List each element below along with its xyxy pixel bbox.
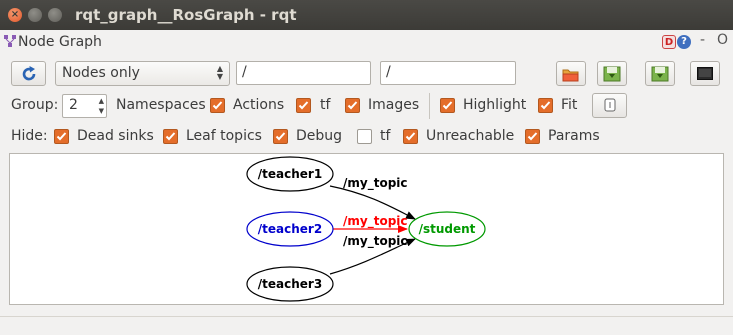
view-mode-combo[interactable]: Nodes only ▲ ▼ bbox=[55, 61, 230, 86]
plugin-title: Node Graph bbox=[18, 34, 102, 50]
leaf-topics-label: Leaf topics bbox=[186, 128, 262, 144]
dead-sinks-checkbox[interactable] bbox=[54, 129, 69, 144]
highlight-checkbox[interactable] bbox=[440, 98, 455, 113]
params-checkbox[interactable] bbox=[525, 129, 540, 144]
checkmark-icon bbox=[165, 132, 176, 141]
checkmark-icon bbox=[212, 101, 223, 110]
checkmark-icon bbox=[275, 132, 286, 141]
save-dot-icon bbox=[603, 66, 621, 82]
fit-checkbox[interactable] bbox=[538, 98, 553, 113]
graph-svg[interactable]: /my_topic /my_topic /my_topic /teacher1 … bbox=[10, 154, 723, 304]
load-dot-button[interactable] bbox=[556, 61, 586, 86]
status-bar bbox=[0, 316, 733, 317]
group-tf-checkbox[interactable] bbox=[296, 98, 311, 113]
unreachable-label: Unreachable bbox=[426, 128, 515, 144]
highlight-label: Highlight bbox=[463, 97, 527, 113]
unreachable-checkbox[interactable] bbox=[403, 129, 418, 144]
hide-label: Hide: bbox=[11, 128, 48, 144]
fit-view-icon bbox=[604, 98, 616, 112]
edge-label: /my_topic bbox=[343, 214, 408, 229]
actions-checkbox[interactable] bbox=[210, 98, 225, 113]
checkmark-icon bbox=[347, 101, 358, 110]
group-value: 2 bbox=[69, 97, 78, 113]
checkmark-icon bbox=[405, 132, 416, 141]
window-maximize-button[interactable] bbox=[48, 8, 62, 22]
node-label: /teacher3 bbox=[258, 277, 322, 291]
window-close-button[interactable]: × bbox=[8, 8, 22, 22]
refresh-icon bbox=[22, 66, 36, 81]
hide-tf-label: tf bbox=[380, 128, 391, 144]
group-label: Group: bbox=[11, 97, 59, 113]
window-minimize-button[interactable] bbox=[28, 8, 42, 22]
images-checkbox[interactable] bbox=[345, 98, 360, 113]
checkmark-icon bbox=[298, 101, 309, 110]
checkmark-icon bbox=[56, 132, 67, 141]
params-label: Params bbox=[548, 128, 600, 144]
node-graph-icon bbox=[4, 35, 16, 47]
edge-label: /my_topic bbox=[343, 176, 408, 191]
view-mode-selected: Nodes only bbox=[62, 65, 140, 81]
leaf-topics-checkbox[interactable] bbox=[163, 129, 178, 144]
node-label: /student bbox=[419, 222, 476, 236]
checkmark-icon bbox=[527, 132, 538, 141]
debug-label: Debug bbox=[296, 128, 343, 144]
save-svg-icon bbox=[651, 66, 669, 82]
plugin-minimize-button[interactable]: - bbox=[700, 33, 705, 47]
open-folder-icon bbox=[562, 69, 579, 82]
debug-button[interactable]: D bbox=[662, 35, 676, 49]
combo-arrows-icon: ▲ ▼ bbox=[216, 64, 223, 81]
edge-label: /my_topic bbox=[343, 234, 408, 249]
screenshot-button[interactable] bbox=[690, 61, 720, 86]
window-title: rqt_graph__RosGraph - rqt bbox=[75, 6, 297, 24]
node-label: /teacher1 bbox=[258, 167, 322, 181]
spin-arrows-icon[interactable]: ▲ ▼ bbox=[99, 96, 104, 116]
window-title-bar: × rqt_graph__RosGraph - rqt bbox=[0, 0, 733, 30]
refresh-button[interactable] bbox=[11, 61, 46, 86]
toolbar-separator bbox=[429, 93, 430, 119]
hide-tf-checkbox[interactable] bbox=[357, 129, 372, 144]
node-filter-input[interactable]: / bbox=[236, 61, 371, 85]
fit-label: Fit bbox=[561, 97, 578, 113]
node-label: /teacher2 bbox=[258, 222, 322, 236]
help-button[interactable]: ? bbox=[677, 35, 691, 49]
debug-checkbox[interactable] bbox=[273, 129, 288, 144]
plugin-close-button[interactable]: O bbox=[717, 33, 728, 47]
dead-sinks-label: Dead sinks bbox=[77, 128, 154, 144]
group-spinbox[interactable]: 2 ▲ ▼ bbox=[62, 94, 107, 118]
save-dot-button[interactable] bbox=[597, 61, 627, 86]
actions-label: Actions bbox=[233, 97, 285, 113]
topic-filter-input[interactable]: / bbox=[380, 61, 516, 85]
fit-view-button[interactable] bbox=[592, 93, 627, 118]
checkmark-icon bbox=[540, 101, 551, 110]
checkmark-icon bbox=[442, 101, 453, 110]
screenshot-icon bbox=[697, 67, 713, 80]
save-svg-button[interactable] bbox=[645, 61, 675, 86]
graph-canvas[interactable]: /my_topic /my_topic /my_topic /teacher1 … bbox=[9, 153, 724, 305]
images-label: Images bbox=[368, 97, 420, 113]
namespaces-label: Namespaces bbox=[116, 97, 206, 113]
group-tf-label: tf bbox=[320, 97, 331, 113]
